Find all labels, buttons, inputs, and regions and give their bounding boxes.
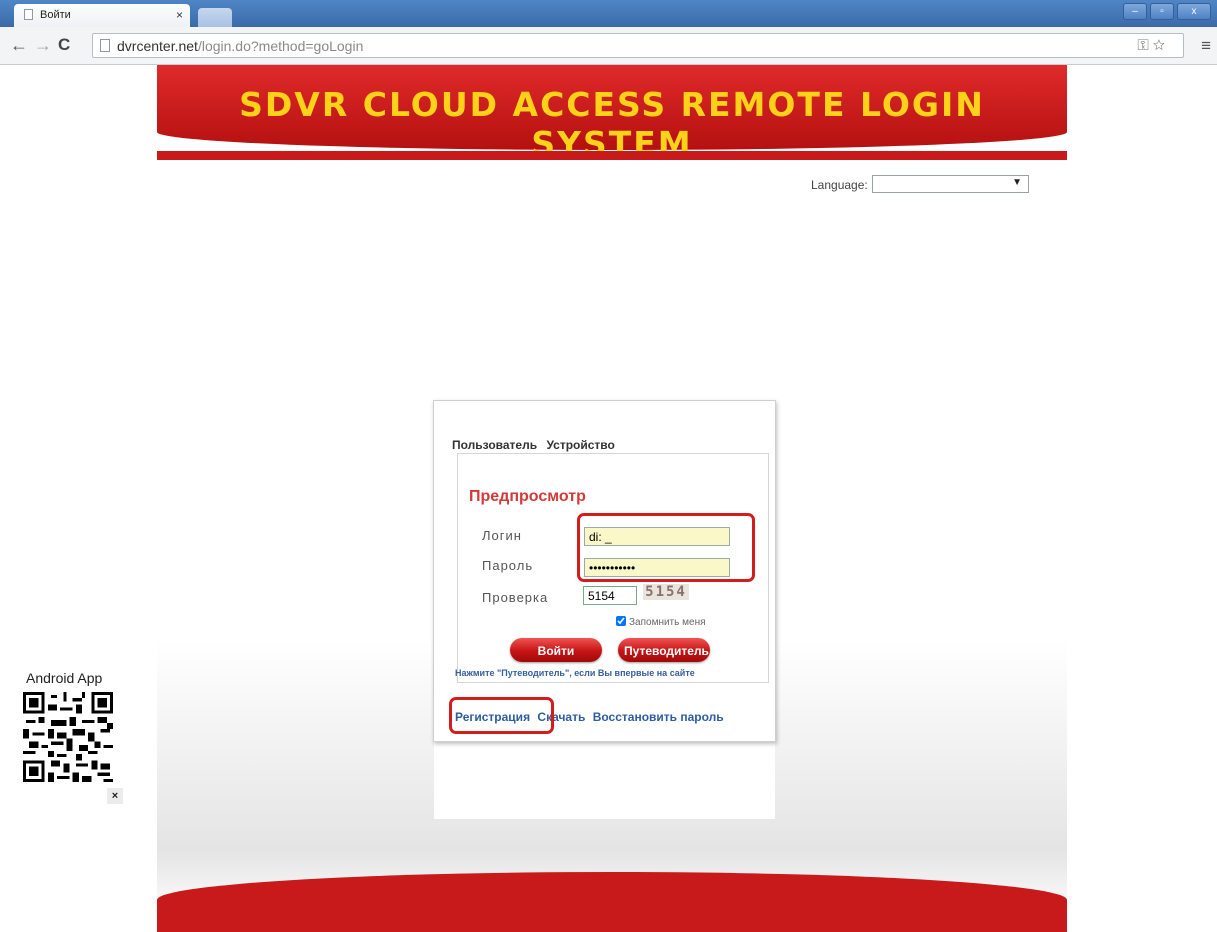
header-banner: SDVR CLOUD ACCESS REMOTE LOGIN SYSTEM	[157, 65, 1067, 163]
language-select[interactable]: ▼	[872, 175, 1029, 193]
captcha-label: Проверка	[482, 590, 549, 605]
star-icon[interactable]: ☆	[1153, 37, 1169, 54]
window-close-button[interactable]: x	[1177, 3, 1211, 20]
restore-button[interactable]: ▫	[1150, 3, 1174, 20]
login-input[interactable]	[584, 527, 730, 546]
captcha-image[interactable]: 5154	[643, 584, 689, 600]
address-bar[interactable]: dvrcenter.net/login.do?method=goLogin ⚿☆	[92, 33, 1184, 58]
reload-icon[interactable]: C	[58, 35, 70, 55]
tab-device[interactable]: Устройство	[546, 438, 614, 452]
restore-password-link[interactable]: Восстановить пароль	[593, 710, 724, 724]
window-controls: – ▫ x	[1123, 3, 1211, 20]
remember-checkbox[interactable]	[616, 616, 626, 626]
page-icon	[100, 39, 110, 52]
download-link[interactable]: Скачать	[537, 710, 585, 724]
key-icon[interactable]: ⚿	[1137, 37, 1152, 54]
new-tab-button[interactable]	[198, 8, 232, 27]
header-divider	[157, 151, 1067, 160]
password-label: Пароль	[482, 558, 534, 573]
url-host: dvrcenter.net	[117, 38, 198, 54]
tab-title: Войти	[40, 9, 71, 21]
close-icon[interactable]: ×	[107, 788, 123, 804]
password-input[interactable]	[584, 558, 730, 577]
qr-code-image[interactable]	[23, 692, 113, 782]
url-text[interactable]: dvrcenter.net/login.do?method=goLogin	[117, 38, 363, 54]
forward-arrow-icon[interactable]: →	[34, 35, 52, 55]
url-path: /login.do?method=goLogin	[197, 38, 364, 54]
login-button[interactable]: Войти	[510, 638, 602, 662]
tab-close-icon[interactable]: ×	[176, 8, 183, 22]
form-title: Предпросмотр	[469, 488, 586, 505]
menu-icon[interactable]: ≡	[1201, 36, 1211, 56]
footer-red-arc	[157, 872, 1067, 932]
login-panel: Пользователь Устройство Предпросмотр Лог…	[433, 400, 776, 742]
remember-me[interactable]: Запомнить меня	[616, 616, 706, 628]
login-form: Предпросмотр Логин Пароль Проверка 5154 …	[455, 453, 769, 683]
browser-tabstrip: Войти × – ▫ x	[0, 0, 1217, 27]
bottom-links: Регистрация Скачать Восстановить пароль	[455, 710, 728, 724]
guide-button[interactable]: Путеводитель	[618, 638, 710, 662]
chevron-down-icon: ▼	[1012, 177, 1022, 188]
minimize-button[interactable]: –	[1123, 3, 1147, 20]
guide-hint: Нажмите "Путеводитель", если Вы впервые …	[455, 668, 695, 678]
login-panel-extension	[434, 741, 775, 819]
omnibox-actions: ⚿☆	[1137, 37, 1169, 54]
tab-user[interactable]: Пользователь	[452, 438, 537, 452]
language-label: Language:	[811, 178, 868, 192]
register-link[interactable]: Регистрация	[455, 710, 530, 724]
login-tabs: Пользователь Устройство	[452, 438, 621, 452]
captcha-input[interactable]	[583, 586, 637, 605]
login-label: Логин	[482, 528, 522, 543]
browser-toolbar: ← → C dvrcenter.net/login.do?method=goLo…	[0, 27, 1217, 65]
android-app-label: Android App	[26, 670, 103, 686]
back-arrow-icon[interactable]: ←	[10, 35, 28, 55]
page-icon	[24, 9, 33, 20]
remember-label: Запомнить меня	[629, 617, 706, 628]
browser-tab[interactable]: Войти ×	[14, 4, 190, 27]
